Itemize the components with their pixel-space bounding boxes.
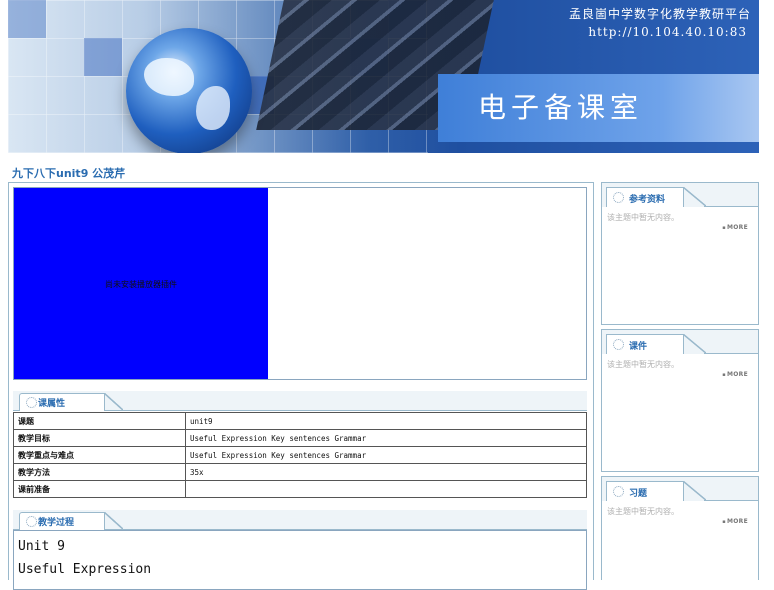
header-banner: 孟良崮中学数字化教学教研平台 http://10.104.40.10:83 电子… [8, 0, 759, 153]
dotted-circle-icon [613, 192, 624, 203]
table-row: 教学目标 Useful Expression Key sentences Gra… [13, 429, 587, 447]
panel-title: 课件 [629, 342, 648, 352]
property-value: unit9 [185, 412, 587, 430]
panel-title: 参考资料 [629, 195, 666, 205]
more-link[interactable]: MORE [722, 224, 748, 231]
player-plugin-message: 尚未安装播放器插件 [105, 280, 177, 289]
dotted-circle-icon [26, 516, 37, 527]
divider [704, 500, 758, 501]
table-row: 课题 unit9 [13, 412, 587, 430]
tab-properties: 课属性 [19, 393, 105, 411]
tab-process: 教学过程 [19, 512, 105, 530]
tab-slant-decoration [682, 187, 706, 207]
dotted-circle-icon [26, 397, 37, 408]
banner-tile [84, 38, 122, 76]
globe-image [126, 28, 252, 153]
property-label: 教学目标 [13, 429, 186, 447]
page-title: 电子备课室 [478, 91, 644, 124]
table-row: 教学方法 35x [13, 463, 587, 481]
section-header-process: 教学过程 [13, 510, 587, 530]
section-header-properties: 课属性 [13, 391, 587, 411]
sidebar-panel-exercises: 习题 该主题中暂无内容。 MORE [601, 476, 759, 580]
main-panel: 尚未安装播放器插件 课属性 课题 unit9 教学目标 Useful Expre… [8, 182, 594, 590]
property-value: Useful Expression Key sentences Grammar [185, 429, 587, 447]
banner-tile [8, 0, 46, 38]
lesson-title: 九下八下unit9 公茂芹 [12, 167, 126, 180]
tab-slant-decoration [103, 393, 123, 411]
empty-message: 该主题中暂无内容。 [607, 360, 679, 369]
process-line: Useful Expression [18, 562, 152, 577]
section-title: 课属性 [38, 399, 66, 409]
process-content: Unit 9 Useful Expression [13, 530, 587, 590]
tab-slant-decoration [682, 481, 706, 501]
table-row: 课前准备 [13, 480, 587, 498]
process-line: Unit 9 [18, 539, 65, 554]
panel-tab: 参考资料 [606, 187, 684, 207]
section-title: 教学过程 [38, 518, 75, 528]
tab-slant-decoration [682, 334, 706, 354]
property-value: 35x [185, 463, 587, 481]
property-label: 教学重点与难点 [13, 446, 186, 464]
dotted-circle-icon [613, 486, 624, 497]
school-name: 孟良崮中学数字化教学教研平台 [568, 7, 751, 21]
sidebar-panel-references: 参考资料 该主题中暂无内容。 MORE [601, 182, 759, 325]
sidebar-panel-courseware: 课件 该主题中暂无内容。 MORE [601, 329, 759, 472]
properties-table: 课题 unit9 教学目标 Useful Expression Key sent… [13, 412, 587, 498]
document-viewer[interactable]: 尚未安装播放器插件 [13, 187, 587, 380]
dotted-circle-icon [613, 339, 624, 350]
media-player[interactable]: 尚未安装播放器插件 [14, 188, 268, 379]
property-value [185, 480, 587, 498]
panel-tab: 习题 [606, 481, 684, 501]
panel-tab: 课件 [606, 334, 684, 354]
empty-message: 该主题中暂无内容。 [607, 213, 679, 222]
empty-message: 该主题中暂无内容。 [607, 507, 679, 516]
divider [704, 353, 758, 354]
divider [704, 206, 758, 207]
more-link[interactable]: MORE [722, 518, 748, 525]
panel-title: 习题 [629, 489, 648, 499]
property-value: Useful Expression Key sentences Grammar [185, 446, 587, 464]
tab-slant-decoration [103, 512, 123, 530]
property-label: 课题 [13, 412, 186, 430]
server-address: http://10.104.40.10:83 [588, 25, 747, 39]
property-label: 课前准备 [13, 480, 186, 498]
property-label: 教学方法 [13, 463, 186, 481]
table-row: 教学重点与难点 Useful Expression Key sentences … [13, 446, 587, 464]
more-link[interactable]: MORE [722, 371, 748, 378]
